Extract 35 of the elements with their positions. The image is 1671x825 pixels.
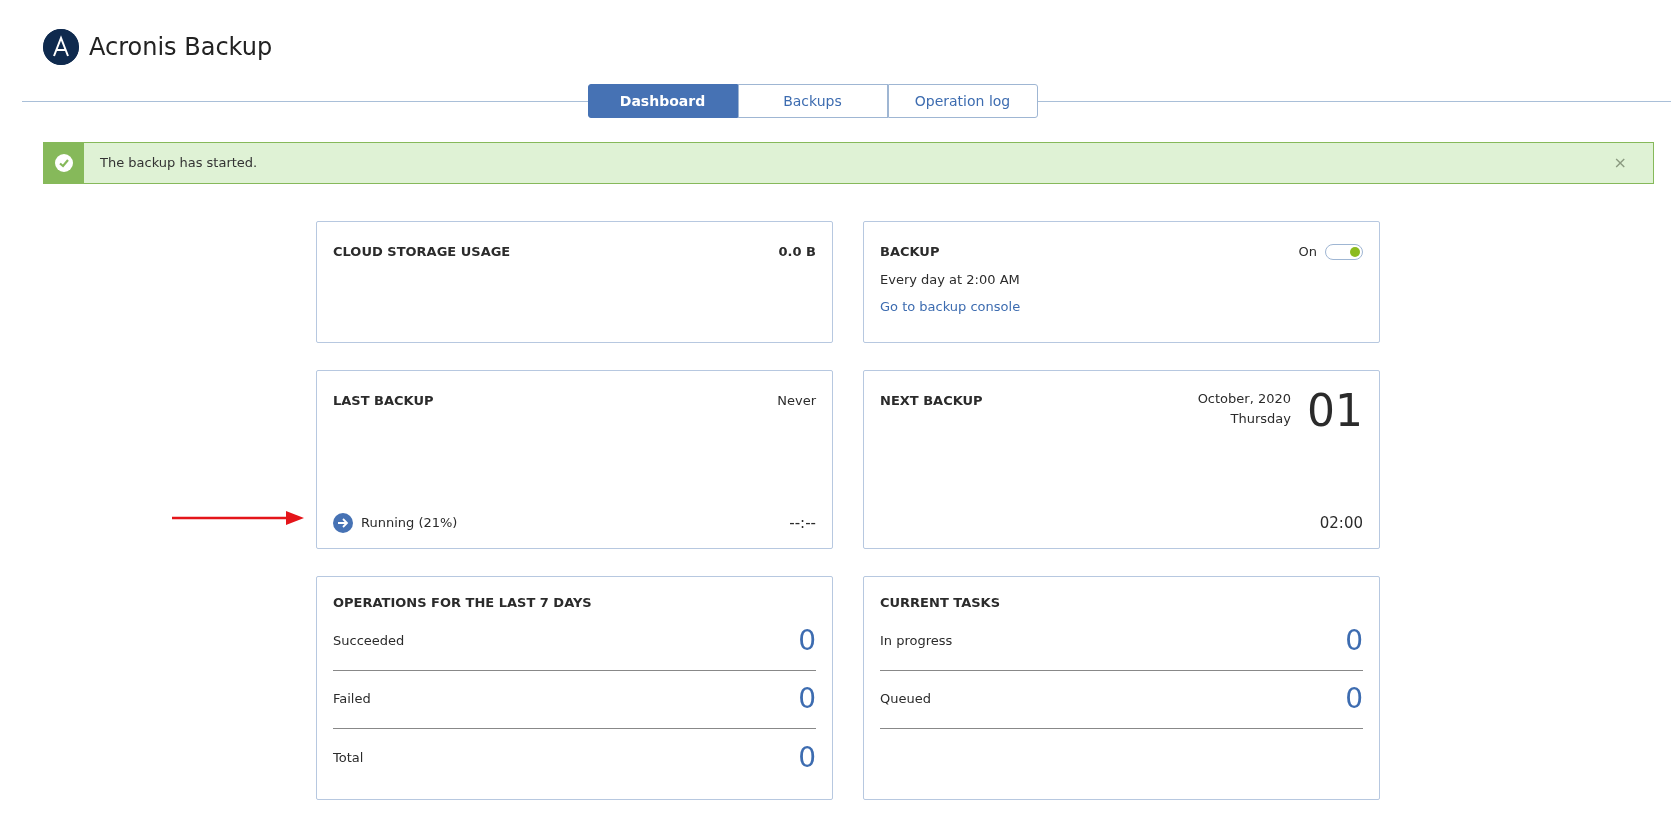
stat-label: In progress <box>880 632 953 651</box>
stat-label: Succeeded <box>333 632 405 651</box>
card-title: BACKUP <box>880 243 940 261</box>
stat-count: 0 <box>798 743 816 772</box>
alert-message: The backup has started. <box>99 154 259 173</box>
logo-icon <box>43 28 79 65</box>
card-title: OPERATIONS FOR THE LAST 7 DAYS <box>333 594 593 612</box>
card-title: NEXT BACKUP <box>880 392 983 410</box>
arrow-circle-icon <box>333 512 353 533</box>
card-title: CLOUD STORAGE USAGE <box>333 243 511 261</box>
last-backup-value: Never <box>777 392 816 410</box>
stat-count: 0 <box>798 685 816 713</box>
toggle-label: On <box>1298 243 1317 261</box>
next-backup-time: 02:00 <box>1319 513 1363 532</box>
nav-tab[interactable]: Operation log <box>887 84 1038 118</box>
app-title: Acronis Backup <box>89 31 273 63</box>
running-status: Running (21%) <box>361 514 458 532</box>
stat-label: Failed <box>333 690 371 709</box>
nav-tab[interactable]: Dashboard <box>587 84 738 118</box>
stat-label: Queued <box>880 690 931 709</box>
storage-value: 0.0 B <box>778 243 816 261</box>
stat-count: 0 <box>1345 685 1363 713</box>
next-backup-month: October, 2020 <box>1197 390 1291 408</box>
stat-label: Total <box>333 748 364 767</box>
stat-count: 0 <box>798 627 816 655</box>
last-backup-time: --:-- <box>789 512 816 534</box>
next-backup-weekday: Thursday <box>1229 409 1291 428</box>
next-backup-day: 01 <box>1307 389 1363 433</box>
backup-console-link[interactable]: Go to backup console <box>880 297 1021 317</box>
stat-count: 0 <box>1345 627 1363 655</box>
nav-tab[interactable]: Backups <box>737 84 888 118</box>
card-title: LAST BACKUP <box>333 392 434 410</box>
card-title: CURRENT TASKS <box>880 594 1001 612</box>
check-icon <box>55 154 73 172</box>
schedule-text: Every day at 2:00 AM <box>880 270 1021 289</box>
